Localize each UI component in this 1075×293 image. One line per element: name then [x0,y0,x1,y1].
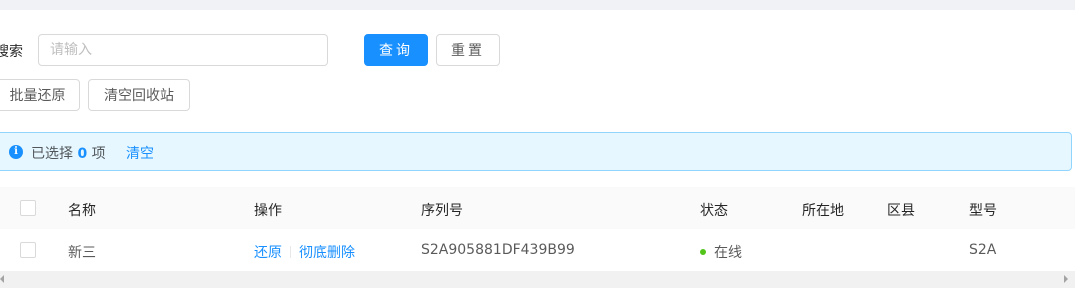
scroll-right-arrow-icon[interactable] [1064,275,1068,283]
scrollbar-thumb[interactable] [10,274,1060,283]
row-serial: S2A905881DF439B99 [421,242,575,258]
column-header-district[interactable]: 区县 [887,200,915,220]
action-divider [290,246,291,258]
scroll-left-arrow-icon[interactable] [0,275,4,283]
row-model: S2A [969,242,997,258]
top-strip [0,0,1075,10]
selection-summary: 已选择 0 项 [31,143,106,163]
column-header-status[interactable]: 状态 [700,200,728,220]
selection-suffix: 项 [91,146,106,162]
search-input[interactable] [38,34,328,66]
select-all-checkbox[interactable] [20,200,36,216]
row-status-text: 在线 [714,245,742,261]
horizontal-scrollbar[interactable] [0,271,1075,288]
column-header-serial[interactable]: 序列号 [421,200,463,220]
row-actions: 还原 彻底删除 [254,242,355,262]
query-button[interactable]: 查询 [364,34,428,66]
column-header-model[interactable]: 型号 [969,200,997,220]
column-header-name[interactable]: 名称 [68,200,96,220]
selection-alert: i 已选择 0 项 清空 [0,132,1072,171]
row-name: 新三 [68,245,96,261]
batch-restore-button[interactable]: 批量还原 [0,79,80,111]
empty-recycle-bin-button[interactable]: 清空回收站 [88,79,190,111]
column-header-actions: 操作 [254,203,282,219]
permanent-delete-link[interactable]: 彻底删除 [299,245,355,261]
search-label: 搜索 [0,44,23,60]
table-header: 名称 操作 序列号 状态 所在地 区县 型号 [0,187,1075,230]
selection-count: 0 [77,146,88,162]
reset-button[interactable]: 重置 [436,34,500,66]
info-circle-icon: i [9,145,23,159]
clear-selection-link[interactable]: 清空 [126,143,154,163]
status-online-dot-icon [700,249,706,255]
row-checkbox[interactable] [20,242,36,258]
table-row: 新三 还原 彻底删除 S2A905881DF439B99 在线 S2A [0,229,1075,272]
row-status: 在线 [700,242,742,262]
selection-prefix: 已选择 [31,146,73,162]
column-header-location[interactable]: 所在地 [802,200,844,220]
restore-link[interactable]: 还原 [254,245,282,261]
